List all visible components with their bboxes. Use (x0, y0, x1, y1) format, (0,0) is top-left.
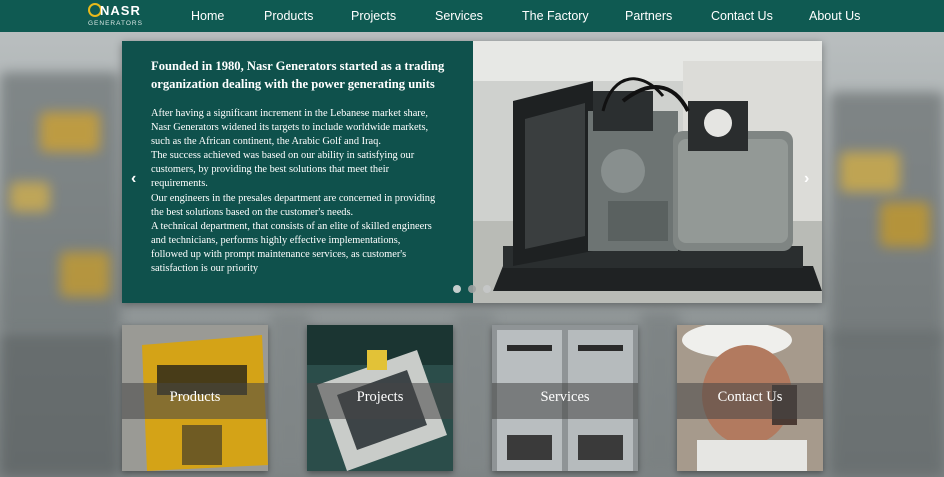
nav-item-the-factory[interactable]: The Factory (522, 9, 589, 23)
hero-body-line: the best solutions based on the customer… (151, 206, 354, 218)
generator-illustration (473, 41, 822, 303)
tile-label: Projects (356, 389, 404, 405)
hero-body-line: such as the African continent, the Arabi… (151, 136, 381, 148)
hero-body-line: A technical department, that consists of… (151, 220, 432, 232)
tile-label: Contact Us (717, 389, 783, 405)
nav-item-products[interactable]: Products (264, 9, 313, 23)
hero-body-line: followed up with prompt maintenance serv… (151, 248, 407, 260)
slider-dot[interactable] (453, 285, 461, 293)
hero-body: After having a significant increment in … (151, 107, 466, 276)
hero-slider: Founded in 1980, Nasr Generators started… (122, 41, 822, 303)
hero-body-line: customers, by providing the best solutio… (151, 164, 390, 176)
slider-prev-button[interactable]: ‹ (131, 170, 136, 188)
slider-next-button[interactable]: › (804, 170, 809, 188)
nav-item-about-us[interactable]: About Us (809, 9, 860, 23)
nav-item-services[interactable]: Services (435, 9, 483, 23)
tile-services[interactable]: Services (492, 325, 638, 471)
hero-body-line: satisfaction is our priority (151, 263, 259, 275)
generator-photo (473, 41, 822, 303)
nav-item-contact-us[interactable]: Contact Us (711, 9, 773, 23)
hero-body-line: The success achieved was based on our ab… (151, 150, 415, 162)
slider-dot[interactable] (483, 285, 491, 293)
hero-body-line: and technicians, performs highly effecti… (151, 234, 401, 246)
tile-products[interactable]: Products (122, 325, 268, 471)
nav-item-home[interactable]: Home (191, 9, 224, 23)
tile-projects[interactable]: Projects (307, 325, 453, 471)
hero-text-panel: Founded in 1980, Nasr Generators started… (122, 41, 473, 303)
tile-label: Services (540, 389, 590, 405)
nav-item-partners[interactable]: Partners (625, 9, 672, 23)
hero-body-line: Nasr Generators widened its targets to i… (151, 122, 429, 134)
slider-dot[interactable] (468, 285, 476, 293)
top-nav: NASR GENERATORS Home Products Projects S… (0, 0, 944, 32)
nav-item-projects[interactable]: Projects (351, 9, 396, 23)
tile-contact-us[interactable]: Contact Us (677, 325, 823, 471)
hero-body-line: After having a significant increment in … (151, 108, 428, 119)
brand-name: NASR (100, 3, 141, 18)
hero-body-line: Our engineers in the presales department… (151, 192, 436, 204)
hero-title: Founded in 1980, Nasr Generators started… (151, 59, 445, 91)
tile-label: Products (169, 389, 221, 405)
hero-body-line: requirements. (151, 178, 208, 190)
brand-sub: GENERATORS (88, 20, 143, 27)
